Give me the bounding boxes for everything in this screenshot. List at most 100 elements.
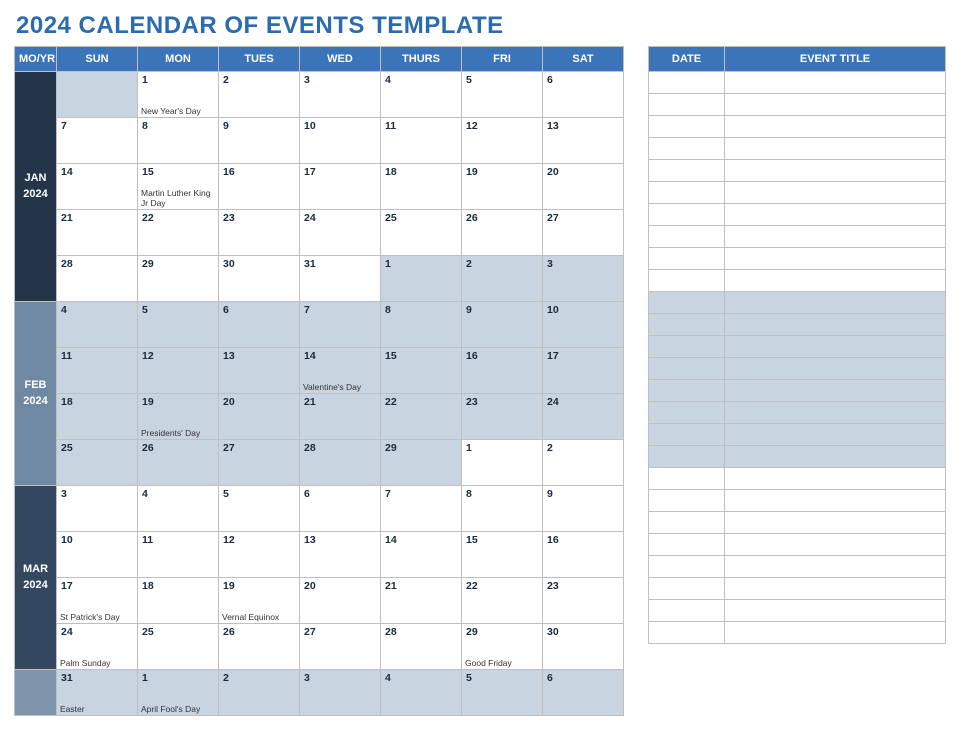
day-cell[interactable]: 22 <box>138 210 219 256</box>
event-title-cell[interactable] <box>725 182 946 204</box>
day-cell[interactable]: 17 <box>543 348 624 394</box>
day-cell[interactable]: 24 <box>300 210 381 256</box>
event-date-cell[interactable] <box>649 380 725 402</box>
day-cell[interactable]: 31Easter <box>57 670 138 716</box>
day-cell[interactable]: 2 <box>219 670 300 716</box>
event-date-cell[interactable] <box>649 204 725 226</box>
event-title-cell[interactable] <box>725 292 946 314</box>
event-title-cell[interactable] <box>725 402 946 424</box>
day-cell[interactable]: 22 <box>462 578 543 624</box>
event-date-cell[interactable] <box>649 160 725 182</box>
event-title-cell[interactable] <box>725 512 946 534</box>
event-title-cell[interactable] <box>725 160 946 182</box>
day-cell[interactable]: 20 <box>219 394 300 440</box>
day-cell[interactable]: 5 <box>462 72 543 118</box>
event-date-cell[interactable] <box>649 446 725 468</box>
event-date-cell[interactable] <box>649 512 725 534</box>
day-cell[interactable]: 23 <box>543 578 624 624</box>
day-cell[interactable]: 30 <box>543 624 624 670</box>
event-title-cell[interactable] <box>725 446 946 468</box>
day-cell[interactable]: 11 <box>381 118 462 164</box>
day-cell[interactable] <box>57 72 138 118</box>
day-cell[interactable]: 6 <box>219 302 300 348</box>
day-cell[interactable]: 10 <box>300 118 381 164</box>
day-cell[interactable]: 14Valentine's Day <box>300 348 381 394</box>
day-cell[interactable]: 21 <box>300 394 381 440</box>
day-cell[interactable]: 20 <box>543 164 624 210</box>
day-cell[interactable]: 12 <box>462 118 543 164</box>
day-cell[interactable]: 17 <box>300 164 381 210</box>
day-cell[interactable]: 27 <box>543 210 624 256</box>
event-date-cell[interactable] <box>649 468 725 490</box>
day-cell[interactable]: 13 <box>219 348 300 394</box>
day-cell[interactable]: 28 <box>381 624 462 670</box>
day-cell[interactable]: 8 <box>138 118 219 164</box>
day-cell[interactable]: 4 <box>381 72 462 118</box>
day-cell[interactable]: 25 <box>381 210 462 256</box>
event-title-cell[interactable] <box>725 248 946 270</box>
event-date-cell[interactable] <box>649 182 725 204</box>
event-date-cell[interactable] <box>649 600 725 622</box>
event-date-cell[interactable] <box>649 556 725 578</box>
day-cell[interactable]: 16 <box>543 532 624 578</box>
day-cell[interactable]: 5 <box>462 670 543 716</box>
event-title-cell[interactable] <box>725 578 946 600</box>
event-date-cell[interactable] <box>649 578 725 600</box>
day-cell[interactable]: 1New Year's Day <box>138 72 219 118</box>
event-title-cell[interactable] <box>725 600 946 622</box>
day-cell[interactable]: 10 <box>57 532 138 578</box>
day-cell[interactable]: 7 <box>57 118 138 164</box>
event-date-cell[interactable] <box>649 270 725 292</box>
event-date-cell[interactable] <box>649 226 725 248</box>
day-cell[interactable]: 16 <box>219 164 300 210</box>
day-cell[interactable]: 14 <box>381 532 462 578</box>
day-cell[interactable]: 18 <box>138 578 219 624</box>
event-title-cell[interactable] <box>725 270 946 292</box>
day-cell[interactable]: 20 <box>300 578 381 624</box>
day-cell[interactable]: 15 <box>381 348 462 394</box>
day-cell[interactable]: 4 <box>57 302 138 348</box>
day-cell[interactable]: 1April Fool's Day <box>138 670 219 716</box>
event-title-cell[interactable] <box>725 534 946 556</box>
day-cell[interactable]: 23 <box>462 394 543 440</box>
day-cell[interactable]: 11 <box>57 348 138 394</box>
day-cell[interactable]: 6 <box>543 670 624 716</box>
day-cell[interactable]: 3 <box>543 256 624 302</box>
day-cell[interactable]: 15Martin Luther King Jr Day <box>138 164 219 210</box>
event-title-cell[interactable] <box>725 424 946 446</box>
event-title-cell[interactable] <box>725 336 946 358</box>
day-cell[interactable]: 30 <box>219 256 300 302</box>
day-cell[interactable]: 2 <box>543 440 624 486</box>
day-cell[interactable]: 9 <box>219 118 300 164</box>
event-date-cell[interactable] <box>649 424 725 446</box>
event-title-cell[interactable] <box>725 622 946 644</box>
event-date-cell[interactable] <box>649 622 725 644</box>
day-cell[interactable]: 2 <box>462 256 543 302</box>
day-cell[interactable]: 8 <box>462 486 543 532</box>
day-cell[interactable]: 1 <box>381 256 462 302</box>
day-cell[interactable]: 4 <box>381 670 462 716</box>
event-title-cell[interactable] <box>725 314 946 336</box>
day-cell[interactable]: 24 <box>543 394 624 440</box>
day-cell[interactable]: 17St Patrick's Day <box>57 578 138 624</box>
day-cell[interactable]: 19 <box>462 164 543 210</box>
event-date-cell[interactable] <box>649 116 725 138</box>
day-cell[interactable]: 9 <box>462 302 543 348</box>
day-cell[interactable]: 4 <box>138 486 219 532</box>
event-title-cell[interactable] <box>725 556 946 578</box>
event-date-cell[interactable] <box>649 534 725 556</box>
day-cell[interactable]: 5 <box>138 302 219 348</box>
day-cell[interactable]: 27 <box>300 624 381 670</box>
day-cell[interactable]: 28 <box>300 440 381 486</box>
event-title-cell[interactable] <box>725 358 946 380</box>
day-cell[interactable]: 14 <box>57 164 138 210</box>
day-cell[interactable]: 11 <box>138 532 219 578</box>
event-date-cell[interactable] <box>649 138 725 160</box>
day-cell[interactable]: 26 <box>462 210 543 256</box>
day-cell[interactable]: 21 <box>381 578 462 624</box>
event-date-cell[interactable] <box>649 336 725 358</box>
day-cell[interactable]: 23 <box>219 210 300 256</box>
day-cell[interactable]: 13 <box>300 532 381 578</box>
day-cell[interactable]: 28 <box>57 256 138 302</box>
day-cell[interactable]: 18 <box>57 394 138 440</box>
